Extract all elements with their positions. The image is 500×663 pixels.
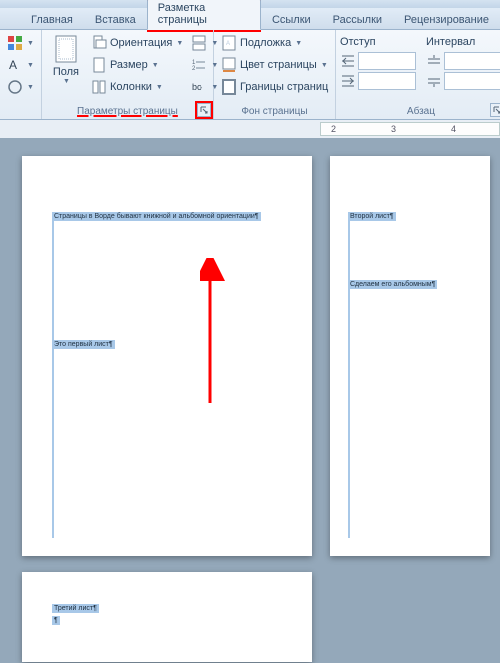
chevron-down-icon: ▼ — [27, 40, 34, 47]
orientation-icon — [91, 35, 107, 51]
watermark-button[interactable]: A Подложка ▼ — [218, 32, 331, 54]
columns-label: Колонки — [110, 81, 152, 93]
chevron-down-icon: ▼ — [156, 84, 163, 91]
doc-text: Страницы в Ворде бывают книжной и альбом… — [52, 212, 261, 221]
svg-text:-: - — [200, 85, 203, 92]
ribbon-group-themes: ▼ A ▼ ▼ — [0, 30, 42, 119]
columns-icon — [91, 79, 107, 95]
doc-text: Это первый лист¶ — [52, 340, 115, 349]
indent-left-icon — [340, 53, 356, 69]
tab-glavnaya[interactable]: Главная — [20, 10, 84, 29]
columns-button[interactable]: Колонки ▼ — [88, 76, 186, 98]
group-label-themes — [4, 115, 37, 119]
doc-marker — [52, 348, 54, 538]
svg-text:A: A — [226, 41, 230, 47]
doc-marker — [348, 288, 350, 538]
group-label-bg: Фон страницы — [218, 104, 331, 119]
doc-text: Второй лист¶ — [348, 212, 396, 221]
ribbon-group-bg: A Подложка ▼ Цвет страницы ▼ Гран — [214, 30, 336, 119]
page-color-icon — [221, 57, 237, 73]
ruler-tick: 4 — [451, 124, 456, 134]
interval-controls: Интервал — [426, 32, 500, 104]
group-label-page-setup: Параметры страницы — [46, 104, 209, 119]
group-label-paragraph: Абзац — [340, 104, 500, 119]
tab-retsenz[interactable]: Рецензирование — [393, 10, 500, 29]
orientation-button[interactable]: Ориентация ▼ — [88, 32, 186, 54]
chevron-down-icon: ▼ — [27, 84, 34, 91]
page-borders-label: Границы страниц — [240, 81, 328, 93]
theme-fonts-icon: A — [7, 57, 23, 73]
indent-right-icon — [340, 73, 356, 89]
chevron-down-icon: ▼ — [176, 40, 183, 47]
breaks-icon — [191, 35, 207, 51]
polya-button[interactable]: Поля ▼ — [46, 32, 86, 104]
page-size-icon — [91, 57, 107, 73]
chevron-down-icon: ▼ — [63, 78, 70, 85]
watermark-label: Подложка — [240, 37, 291, 49]
theme-effects-icon — [7, 79, 23, 95]
theme-colors-button[interactable]: ▼ — [4, 32, 37, 54]
margins-icon — [50, 34, 82, 66]
doc-text: Третий лист¶ — [52, 604, 99, 613]
svg-text:2: 2 — [192, 66, 196, 72]
ribbon-tabs: Главная Вставка Разметка страницы Ссылки… — [0, 8, 500, 30]
spacing-before-input[interactable] — [444, 52, 500, 70]
doc-text: ¶ — [52, 616, 60, 625]
tab-razmetka[interactable]: Разметка страницы — [147, 0, 261, 30]
size-label: Размер — [110, 59, 148, 71]
tab-ssylki[interactable]: Ссылки — [261, 10, 322, 29]
orientation-label: Ориентация — [110, 37, 172, 49]
indent-left-input[interactable] — [358, 52, 416, 70]
page-borders-icon — [221, 79, 237, 95]
tab-rassylki[interactable]: Рассылки — [322, 10, 393, 29]
document-area[interactable]: Страницы в Ворде бывают книжной и альбом… — [0, 138, 500, 663]
tab-vstavka[interactable]: Вставка — [84, 10, 147, 29]
indent-right-input[interactable] — [358, 72, 416, 90]
ruler-tick: 3 — [391, 124, 396, 134]
doc-marker — [52, 220, 54, 340]
interval-label: Интервал — [426, 36, 500, 48]
ruler-area: 2 3 4 — [0, 120, 500, 138]
doc-marker — [348, 220, 350, 280]
indent-controls: Отступ — [340, 32, 416, 104]
page-color-button[interactable]: Цвет страницы ▼ — [218, 54, 331, 76]
theme-effects-button[interactable]: ▼ — [4, 76, 37, 98]
ribbon-group-paragraph: Отступ Интервал — [336, 30, 500, 119]
svg-text:A: A — [9, 58, 17, 72]
theme-fonts-button[interactable]: A ▼ — [4, 54, 37, 76]
spacing-after-icon — [426, 73, 442, 89]
theme-colors-icon — [7, 35, 23, 51]
page-setup-dialog-launcher[interactable] — [197, 103, 211, 117]
chevron-down-icon: ▼ — [27, 62, 34, 69]
paragraph-dialog-launcher[interactable] — [490, 103, 500, 117]
chevron-down-icon: ▼ — [152, 62, 159, 69]
doc-text: Сделаем его альбомным¶ — [348, 280, 437, 289]
size-button[interactable]: Размер ▼ — [88, 54, 186, 76]
indent-label: Отступ — [340, 36, 416, 48]
document-page-3[interactable]: Третий лист¶ ¶ — [22, 572, 312, 662]
ribbon: ▼ A ▼ ▼ — [0, 30, 500, 120]
watermark-icon: A — [221, 35, 237, 51]
horizontal-ruler[interactable]: 2 3 4 — [320, 122, 500, 136]
document-page-2[interactable]: Второй лист¶ Сделаем его альбомным¶ — [330, 156, 490, 556]
ribbon-group-page-setup: Поля ▼ Ориентация ▼ Размер ▼ — [42, 30, 214, 119]
document-page-1[interactable]: Страницы в Ворде бывают книжной и альбом… — [22, 156, 312, 556]
chevron-down-icon: ▼ — [321, 62, 328, 69]
page-borders-button[interactable]: Границы страниц — [218, 76, 331, 98]
ruler-tick: 2 — [331, 124, 336, 134]
page-color-label: Цвет страницы — [240, 59, 317, 71]
chevron-down-icon: ▼ — [295, 40, 302, 47]
hyphenation-icon: bc- — [191, 79, 207, 95]
spacing-before-icon — [426, 53, 442, 69]
spacing-after-input[interactable] — [444, 72, 500, 90]
line-numbers-icon: 12 — [191, 57, 207, 73]
polya-label: Поля — [53, 66, 79, 78]
